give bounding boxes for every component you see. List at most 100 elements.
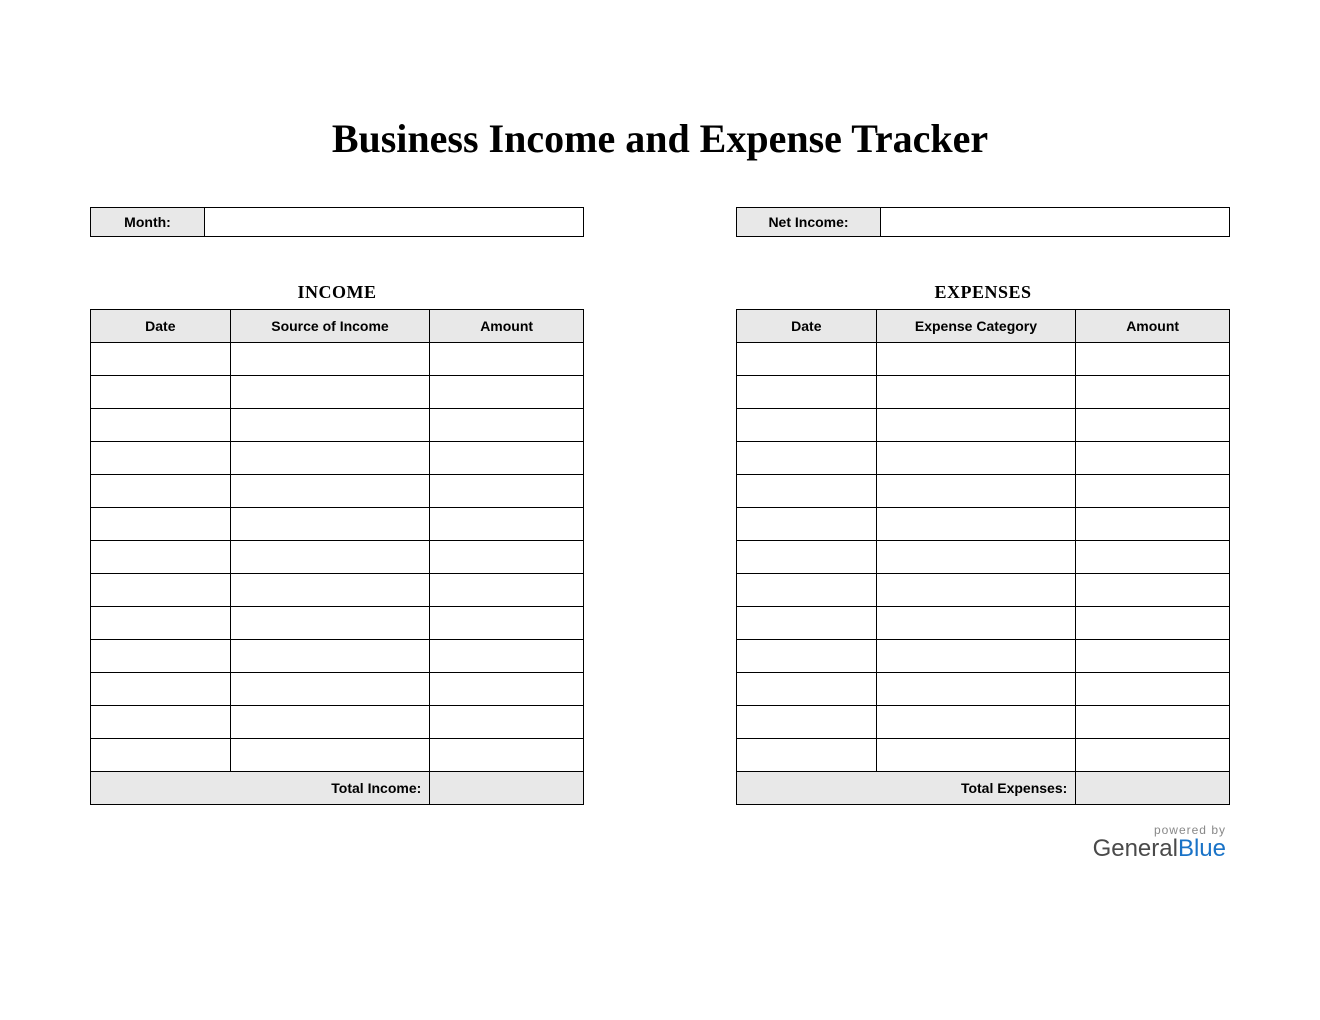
income-source-cell[interactable]	[230, 508, 430, 541]
income-total-value[interactable]	[430, 772, 584, 805]
expense-date-cell[interactable]	[737, 343, 877, 376]
income-source-cell[interactable]	[230, 442, 430, 475]
income-amount-cell[interactable]	[430, 673, 584, 706]
income-header-date: Date	[91, 310, 231, 343]
expense-amount-cell[interactable]	[1076, 739, 1230, 772]
expense-category-cell[interactable]	[876, 607, 1076, 640]
income-date-cell[interactable]	[91, 343, 231, 376]
expense-category-cell[interactable]	[876, 475, 1076, 508]
income-amount-cell[interactable]	[430, 706, 584, 739]
expense-date-cell[interactable]	[737, 607, 877, 640]
expense-amount-cell[interactable]	[1076, 475, 1230, 508]
table-row	[91, 673, 584, 706]
income-source-cell[interactable]	[230, 739, 430, 772]
income-date-cell[interactable]	[91, 508, 231, 541]
expense-date-cell[interactable]	[737, 475, 877, 508]
income-date-cell[interactable]	[91, 739, 231, 772]
expense-category-cell[interactable]	[876, 442, 1076, 475]
expense-date-cell[interactable]	[737, 376, 877, 409]
expense-date-cell[interactable]	[737, 640, 877, 673]
expense-date-cell[interactable]	[737, 541, 877, 574]
expense-category-cell[interactable]	[876, 508, 1076, 541]
income-date-cell[interactable]	[91, 673, 231, 706]
income-amount-cell[interactable]	[430, 508, 584, 541]
expense-date-cell[interactable]	[737, 673, 877, 706]
expense-amount-cell[interactable]	[1076, 541, 1230, 574]
income-source-cell[interactable]	[230, 541, 430, 574]
income-amount-cell[interactable]	[430, 541, 584, 574]
expenses-header-amount: Amount	[1076, 310, 1230, 343]
income-source-cell[interactable]	[230, 409, 430, 442]
table-row	[91, 541, 584, 574]
income-amount-cell[interactable]	[430, 343, 584, 376]
income-source-cell[interactable]	[230, 574, 430, 607]
month-label: Month:	[90, 207, 205, 237]
expense-date-cell[interactable]	[737, 442, 877, 475]
expense-amount-cell[interactable]	[1076, 442, 1230, 475]
table-row	[737, 409, 1230, 442]
expense-category-cell[interactable]	[876, 739, 1076, 772]
income-amount-cell[interactable]	[430, 409, 584, 442]
income-source-cell[interactable]	[230, 475, 430, 508]
income-date-cell[interactable]	[91, 706, 231, 739]
expense-amount-cell[interactable]	[1076, 376, 1230, 409]
month-value[interactable]	[205, 207, 584, 237]
expense-date-cell[interactable]	[737, 409, 877, 442]
expense-category-cell[interactable]	[876, 640, 1076, 673]
income-source-cell[interactable]	[230, 673, 430, 706]
table-row	[737, 508, 1230, 541]
expense-amount-cell[interactable]	[1076, 706, 1230, 739]
expense-category-cell[interactable]	[876, 409, 1076, 442]
income-source-cell[interactable]	[230, 607, 430, 640]
expense-amount-cell[interactable]	[1076, 409, 1230, 442]
table-row	[737, 673, 1230, 706]
income-date-cell[interactable]	[91, 541, 231, 574]
income-amount-cell[interactable]	[430, 640, 584, 673]
income-date-cell[interactable]	[91, 442, 231, 475]
expense-category-cell[interactable]	[876, 673, 1076, 706]
table-row	[91, 442, 584, 475]
expense-amount-cell[interactable]	[1076, 607, 1230, 640]
income-amount-cell[interactable]	[430, 475, 584, 508]
income-amount-cell[interactable]	[430, 607, 584, 640]
expense-category-cell[interactable]	[876, 706, 1076, 739]
income-date-cell[interactable]	[91, 376, 231, 409]
income-amount-cell[interactable]	[430, 376, 584, 409]
net-income-value[interactable]	[881, 207, 1230, 237]
income-amount-cell[interactable]	[430, 442, 584, 475]
expense-amount-cell[interactable]	[1076, 508, 1230, 541]
expense-amount-cell[interactable]	[1076, 673, 1230, 706]
month-block: Month:	[90, 207, 584, 237]
table-row	[91, 508, 584, 541]
income-source-cell[interactable]	[230, 706, 430, 739]
income-date-cell[interactable]	[91, 409, 231, 442]
expense-date-cell[interactable]	[737, 706, 877, 739]
table-row	[91, 706, 584, 739]
income-date-cell[interactable]	[91, 640, 231, 673]
income-date-cell[interactable]	[91, 607, 231, 640]
expense-date-cell[interactable]	[737, 739, 877, 772]
table-row	[737, 442, 1230, 475]
income-source-cell[interactable]	[230, 376, 430, 409]
income-date-cell[interactable]	[91, 574, 231, 607]
table-row	[737, 376, 1230, 409]
income-amount-cell[interactable]	[430, 574, 584, 607]
income-amount-cell[interactable]	[430, 739, 584, 772]
expense-category-cell[interactable]	[876, 343, 1076, 376]
income-table: Date Source of Income Amount Total Incom…	[90, 309, 584, 805]
expense-date-cell[interactable]	[737, 574, 877, 607]
expense-amount-cell[interactable]	[1076, 640, 1230, 673]
income-source-cell[interactable]	[230, 640, 430, 673]
expense-amount-cell[interactable]	[1076, 574, 1230, 607]
expense-category-cell[interactable]	[876, 574, 1076, 607]
expenses-total-value[interactable]	[1076, 772, 1230, 805]
table-row	[737, 574, 1230, 607]
expense-amount-cell[interactable]	[1076, 343, 1230, 376]
income-source-cell[interactable]	[230, 343, 430, 376]
brand-blue: Blue	[1178, 835, 1226, 862]
income-date-cell[interactable]	[91, 475, 231, 508]
expense-category-cell[interactable]	[876, 376, 1076, 409]
expense-category-cell[interactable]	[876, 541, 1076, 574]
expense-date-cell[interactable]	[737, 508, 877, 541]
brand-logo: GeneralBlue	[90, 835, 1226, 863]
